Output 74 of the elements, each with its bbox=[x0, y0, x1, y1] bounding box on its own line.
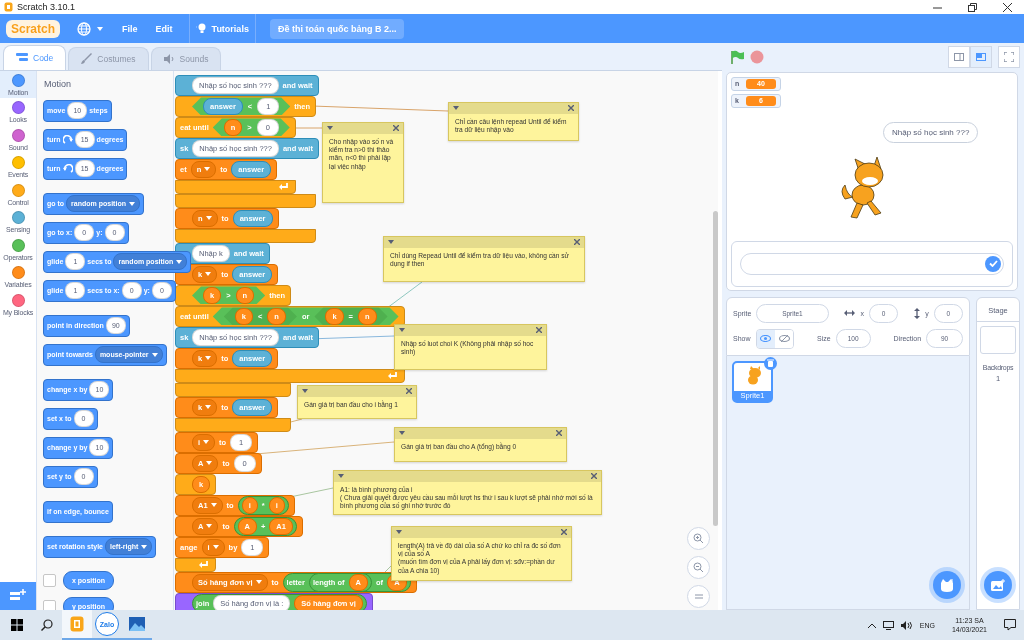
loop-arrow-icon bbox=[387, 371, 398, 381]
rotate-right-icon bbox=[62, 134, 73, 145]
speaker-icon bbox=[163, 53, 175, 64]
collapse-icon[interactable] bbox=[396, 530, 402, 535]
caret-icon bbox=[128, 201, 135, 206]
caret-icon bbox=[97, 26, 104, 31]
window-title: Scratch 3.10.1 bbox=[17, 2, 77, 12]
caret-icon bbox=[203, 440, 210, 445]
zoom-in-icon bbox=[693, 532, 704, 544]
volume-icon[interactable] bbox=[900, 620, 913, 630]
layout-icon bbox=[976, 53, 986, 62]
palette-heading: Motion bbox=[44, 78, 72, 89]
collapse-icon[interactable] bbox=[453, 106, 459, 111]
add-sprite-button[interactable] bbox=[933, 571, 961, 599]
zoom-in-button[interactable] bbox=[687, 526, 710, 550]
image-add-icon bbox=[991, 579, 1005, 591]
caret-icon bbox=[255, 580, 262, 585]
loop-arrow-icon bbox=[199, 560, 210, 570]
add-backdrop-button[interactable] bbox=[984, 571, 1012, 599]
checkbox[interactable] bbox=[43, 573, 56, 587]
monitor-icon[interactable] bbox=[882, 620, 894, 630]
brush-icon bbox=[81, 53, 93, 65]
loop-arrow-icon bbox=[278, 182, 289, 192]
large-stage-button[interactable] bbox=[970, 46, 992, 69]
collapse-icon[interactable] bbox=[399, 431, 405, 436]
caret-icon bbox=[206, 524, 213, 529]
chevron-up-icon[interactable] bbox=[867, 622, 876, 628]
zoom-out-button[interactable] bbox=[687, 555, 710, 579]
eye-slash-icon bbox=[778, 334, 790, 344]
caret-icon bbox=[205, 356, 212, 361]
caret-icon bbox=[206, 461, 213, 466]
caret-icon bbox=[205, 405, 212, 410]
caret-icon bbox=[210, 503, 217, 508]
extension-icon bbox=[10, 589, 26, 603]
restore-icon[interactable] bbox=[968, 2, 977, 12]
caret-icon bbox=[205, 216, 212, 221]
caret-icon bbox=[204, 167, 211, 172]
collapse-icon[interactable] bbox=[388, 240, 394, 245]
search-icon bbox=[41, 619, 53, 631]
stage-thumbnail[interactable] bbox=[980, 325, 1016, 354]
landscape-icon bbox=[129, 617, 145, 631]
close-icon[interactable] bbox=[1003, 2, 1012, 12]
windows-icon bbox=[11, 619, 23, 631]
speech-bubble: Nhập số học sinh ??? bbox=[883, 121, 979, 143]
taskbar-app[interactable] bbox=[62, 610, 92, 640]
check-icon bbox=[988, 260, 998, 268]
rotate-left-icon bbox=[62, 163, 73, 174]
horizontal-arrows-icon bbox=[844, 310, 856, 317]
trash-icon bbox=[767, 359, 774, 368]
layout-icon bbox=[954, 53, 964, 62]
vertical-arrows-icon bbox=[914, 307, 921, 319]
zoom-out-icon bbox=[693, 561, 704, 573]
checkbox[interactable] bbox=[43, 599, 56, 610]
delete-button[interactable] bbox=[764, 356, 777, 370]
cat-add-icon bbox=[940, 578, 954, 592]
caret-icon bbox=[151, 352, 158, 357]
globe-icon bbox=[77, 21, 92, 36]
fullscreen-icon bbox=[1004, 52, 1014, 63]
caret-icon bbox=[205, 272, 212, 277]
app-icon bbox=[70, 616, 84, 632]
code-icon bbox=[16, 53, 28, 63]
lightbulb-icon bbox=[195, 22, 208, 35]
caret-icon bbox=[141, 544, 148, 549]
scrollbar[interactable] bbox=[713, 210, 718, 526]
equals-icon bbox=[694, 593, 703, 599]
collapse-icon[interactable] bbox=[302, 389, 308, 394]
eye-icon bbox=[760, 335, 772, 343]
notification-icon[interactable] bbox=[1004, 619, 1016, 631]
collapse-icon[interactable] bbox=[327, 126, 333, 131]
submit-button[interactable] bbox=[985, 255, 1001, 272]
caret-icon bbox=[212, 545, 219, 550]
show-button[interactable] bbox=[756, 329, 775, 348]
small-stage-button[interactable] bbox=[948, 46, 970, 69]
collapse-icon[interactable] bbox=[338, 474, 344, 479]
